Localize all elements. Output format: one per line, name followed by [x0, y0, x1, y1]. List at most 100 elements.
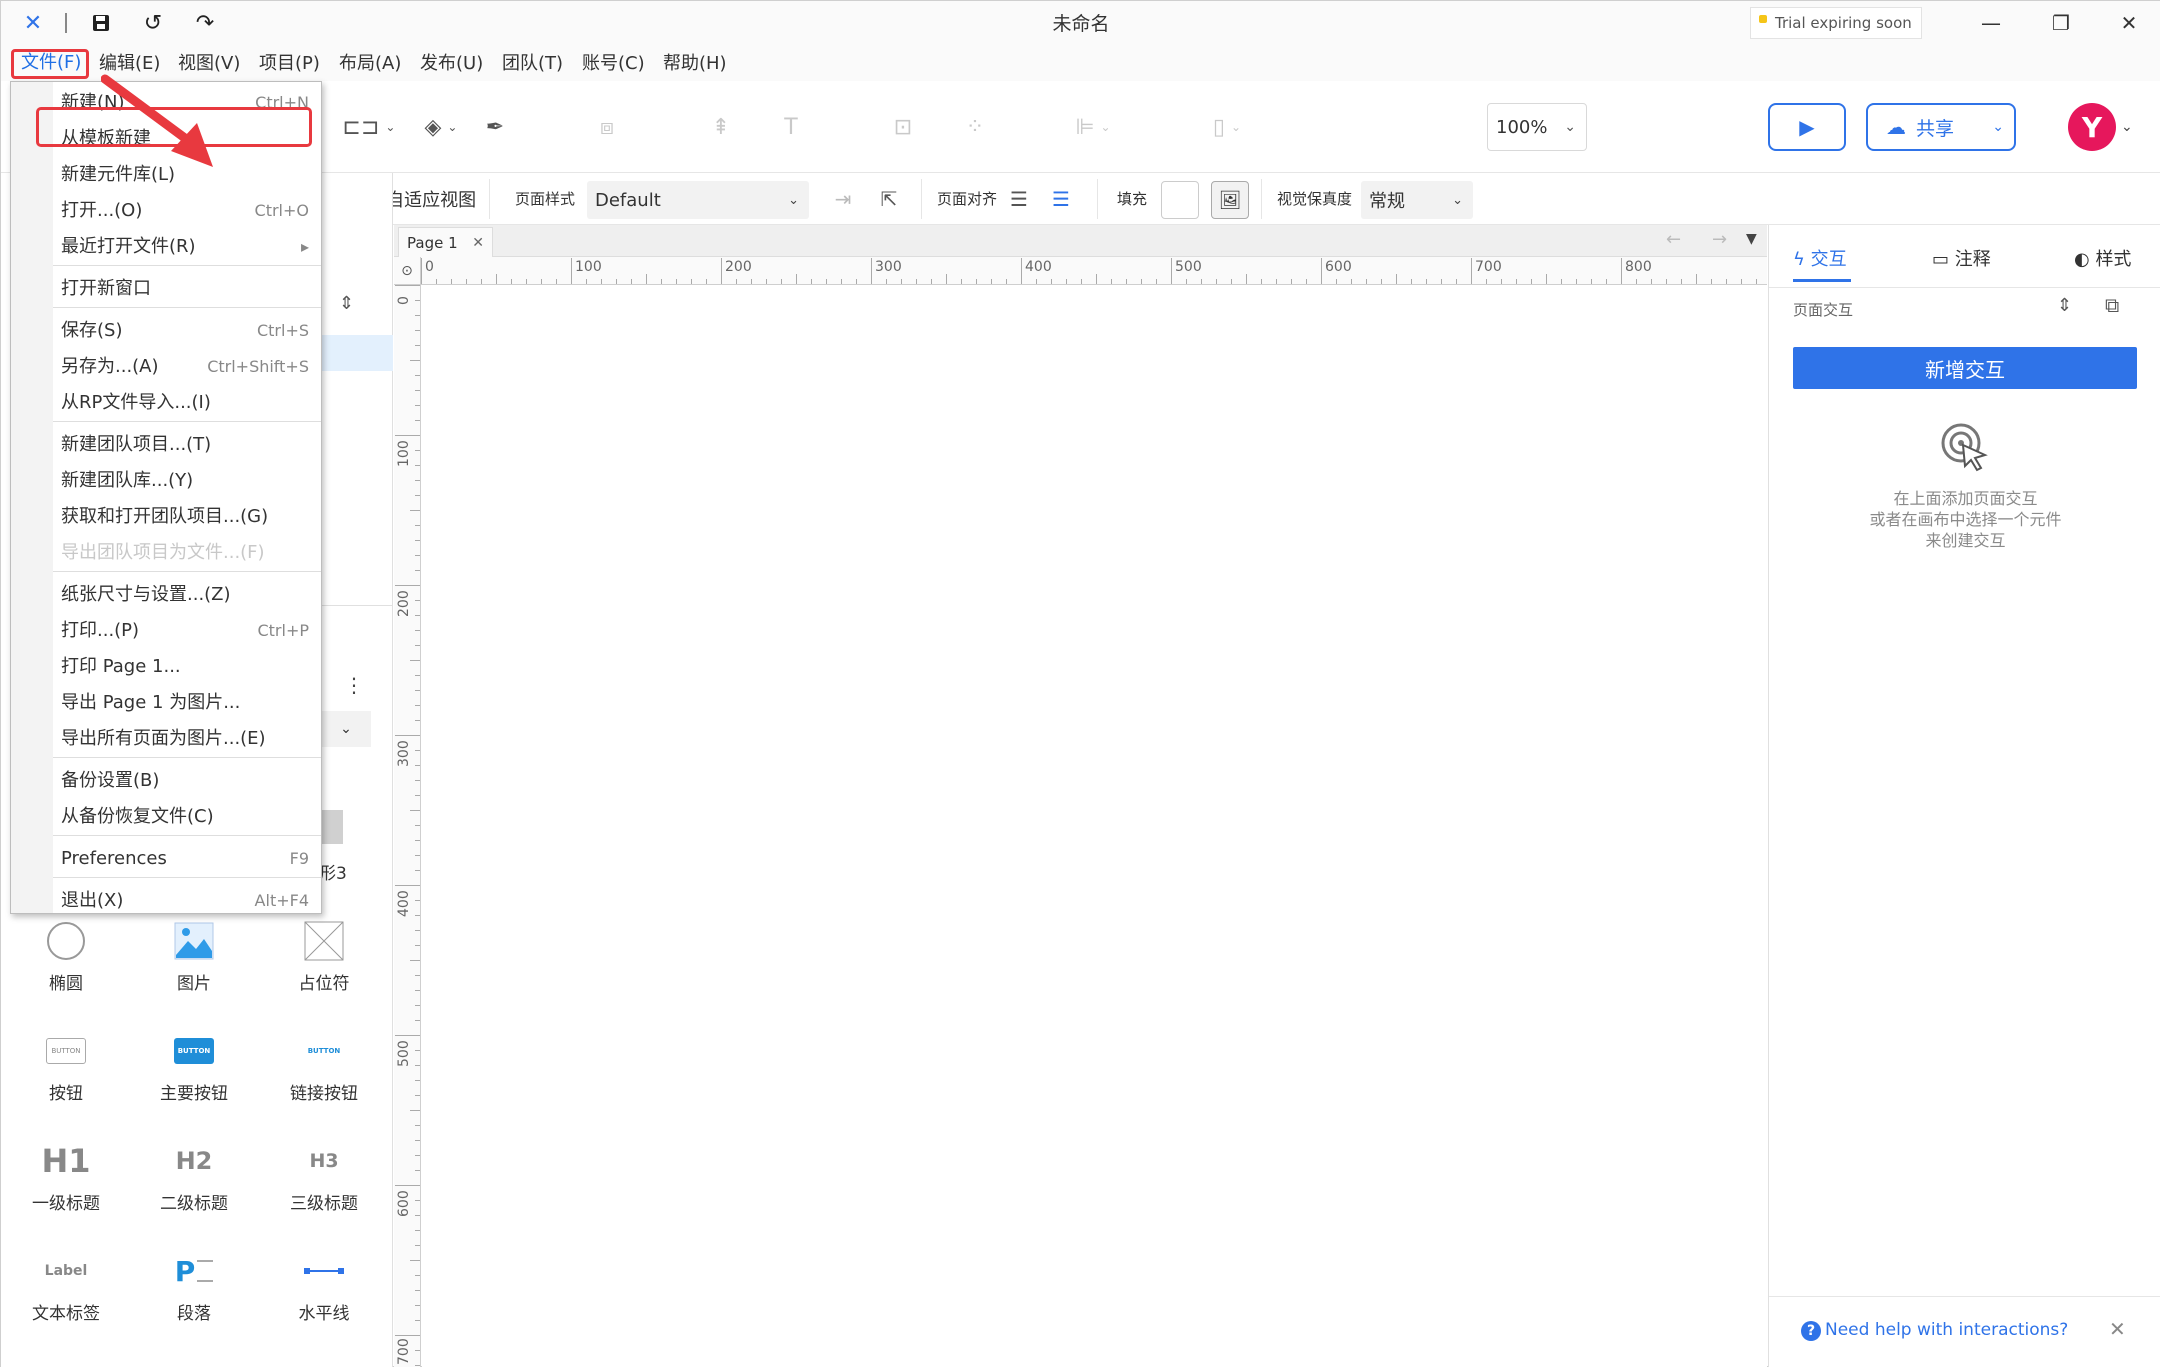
ruler-tick — [415, 1095, 420, 1096]
library-item-primary-button[interactable]: BUTTON 主要按钮 — [129, 1021, 259, 1121]
ruler-tick — [796, 274, 797, 284]
library-item-h2[interactable]: H2 二级标题 — [129, 1131, 259, 1231]
divider — [489, 179, 490, 219]
menu-item-recent-files[interactable]: 最近打开文件(R) ▸ — [53, 229, 321, 265]
menu-project[interactable]: 项目(P) — [259, 50, 320, 78]
align-left-icon[interactable]: ⊫ ⌄ — [1063, 103, 1123, 151]
library-item-h3[interactable]: H3 三级标题 — [259, 1131, 389, 1231]
library-item-text-label[interactable]: Label 文本标签 — [1, 1241, 131, 1341]
main-toolbar: ⊏⊐ ⌄ ◈ ⌄ ✒ ⧈ ⇞ T ⊡ ⁘ ⊫ ⌄ ▯ ⌄ 100% ⌄ ▶ ☁ 共享 ⌄ Y … — [1, 81, 2160, 173]
hint-line: 在上面添加页面交互 — [1893, 489, 2038, 508]
primary-button-icon: BUTTON — [174, 1031, 214, 1071]
align-center-page-icon[interactable]: ☰ — [1043, 175, 1079, 223]
spacing-icon[interactable]: ▯ ⌄ — [1197, 103, 1257, 151]
design-canvas[interactable] — [422, 286, 1767, 1367]
library-item-h1[interactable]: H1 一级标题 — [1, 1131, 131, 1231]
align-icon[interactable]: ⊡ — [879, 103, 927, 151]
library-item-image[interactable]: 图片 — [129, 911, 259, 1011]
menu-item-export-team-project[interactable]: 导出团队项目为文件...(F) — [53, 535, 321, 571]
tab-interactions[interactable]: ϟ 交互 — [1793, 245, 1847, 271]
menu-item-label: 另存为...(A) — [61, 356, 159, 377]
preview-button[interactable]: ▶ — [1768, 103, 1846, 151]
library-item-label: 椭圆 — [49, 974, 83, 994]
ruler-tick — [856, 279, 857, 284]
menu-team[interactable]: 团队(T) — [502, 50, 563, 78]
chevron-down-icon[interactable]: ⌄ — [2121, 119, 2133, 135]
menu-item-new-team-project[interactable]: 新建团队项目...(T) — [53, 427, 321, 463]
minimize-button[interactable]: — — [1971, 7, 2011, 39]
tab-style[interactable]: ◐ 样式 — [2074, 245, 2131, 271]
selected-page-row[interactable] — [321, 335, 393, 371]
library-select-chevron-icon[interactable]: ⌄ — [321, 711, 371, 747]
tab-page-1[interactable]: Page 1 ✕ — [398, 227, 493, 257]
menu-item-new-team-library[interactable]: 新建团队库...(Y) — [53, 463, 321, 499]
menu-item-restore-backup[interactable]: 从备份恢复文件(C) — [53, 799, 321, 835]
menu-item-save[interactable]: 保存(S) Ctrl+S — [53, 313, 321, 349]
distribute-icon[interactable]: ⁘ — [951, 103, 999, 151]
page-style-manage-icon[interactable]: ⇥ — [825, 175, 861, 223]
fill-color-swatch[interactable] — [1161, 181, 1199, 219]
menu-item-export-all-images[interactable]: 导出所有页面为图片...(E) — [53, 721, 321, 757]
menu-item-export-page-image[interactable]: 导出 Page 1 为图片... — [53, 685, 321, 721]
frame-tool-icon[interactable]: ⊏⊐ ⌄ — [339, 103, 399, 151]
menu-item-preferences[interactable]: Preferences F9 — [53, 841, 321, 877]
share-button[interactable]: ☁ 共享 ⌄ — [1866, 103, 2016, 151]
library-item-placeholder[interactable]: 占位符 — [259, 911, 389, 1011]
menu-item-save-as[interactable]: 另存为...(A) Ctrl+Shift+S — [53, 349, 321, 385]
zoom-select[interactable]: 100% ⌄ — [1487, 103, 1587, 151]
bring-front-icon[interactable]: ⇞ — [697, 103, 745, 151]
file-menu-dropdown: 新建(N) Ctrl+N 从模板新建 新建元件库(L) 打开...(O) Ctrl+O 最近… — [10, 81, 322, 914]
library-item-horizontal-line[interactable]: 水平线 — [259, 1241, 389, 1341]
page-style-select[interactable]: Default ⌄ — [587, 181, 809, 219]
expand-collapse-icon[interactable]: ⇕ — [2057, 295, 2072, 316]
tab-menu-icon[interactable]: ▼ — [1746, 231, 1757, 247]
arrow-right-icon[interactable]: → — [1712, 229, 1727, 250]
ruler-corner-icon[interactable]: ⊙ — [394, 257, 421, 285]
fill-image-icon[interactable]: 🖼 — [1211, 181, 1249, 219]
help-link[interactable]: Need help with interactions? — [1825, 1320, 2068, 1340]
tab-notes[interactable]: ▭ 注释 — [1932, 245, 1991, 271]
close-tab-icon[interactable]: ✕ — [472, 235, 484, 251]
menu-publish[interactable]: 发布(U) — [420, 50, 483, 78]
arrow-left-icon[interactable]: ← — [1666, 229, 1681, 250]
library-item-paragraph[interactable]: P 段落 — [129, 1241, 259, 1341]
expand-collapse-icon[interactable]: ⇕ — [339, 293, 354, 314]
library-item-link-button[interactable]: BUTTON 链接按钮 — [259, 1021, 389, 1121]
group-icon[interactable]: ⧈ — [583, 103, 631, 151]
ruler-label: 0 — [425, 259, 434, 275]
close-icon[interactable]: ✕ — [2109, 1317, 2126, 1341]
ruler-tick — [415, 465, 420, 466]
menu-item-exit[interactable]: 退出(X) Alt+F4 — [53, 883, 321, 919]
menu-item-open[interactable]: 打开...(O) Ctrl+O — [53, 193, 321, 229]
library-item-button[interactable]: BUTTON 按钮 — [1, 1021, 131, 1121]
align-left-page-icon[interactable]: ☰ — [1001, 175, 1037, 223]
new-interaction-button[interactable]: 新增交互 — [1793, 347, 2137, 389]
ruler-tick — [415, 645, 420, 646]
restore-button[interactable]: ❐ — [2041, 7, 2081, 39]
menu-item-import-rp[interactable]: 从RP文件导入...(I) — [53, 385, 321, 421]
avatar[interactable]: Y — [2068, 103, 2116, 151]
ruler-label: 500 — [396, 1040, 412, 1067]
more-options-icon[interactable]: ⋮ — [344, 673, 364, 697]
menu-item-get-team-project[interactable]: 获取和打开团队项目...(G) — [53, 499, 321, 535]
library-item-ellipse[interactable]: 椭圆 — [1, 911, 131, 1011]
menu-layout[interactable]: 布局(A) — [339, 50, 401, 78]
fidelity-select[interactable]: 常规 ⌄ — [1361, 181, 1473, 219]
pen-tool-icon[interactable]: ✒ — [471, 103, 519, 151]
page-style-edit-icon[interactable]: ⇱ — [871, 175, 907, 223]
close-button[interactable]: ✕ — [2109, 7, 2149, 39]
menu-item-backup-settings[interactable]: 备份设置(B) — [53, 763, 321, 799]
menu-item-print[interactable]: 打印...(P) Ctrl+P — [53, 613, 321, 649]
layers-tool-icon[interactable]: ◈ ⌄ — [411, 103, 471, 151]
menu-account[interactable]: 账号(C) — [582, 50, 645, 78]
menu-item-open-new-window[interactable]: 打开新窗口 — [53, 271, 321, 307]
menu-separator — [53, 571, 321, 572]
text-transform-icon[interactable]: T — [767, 103, 815, 151]
menu-help[interactable]: 帮助(H) — [663, 50, 727, 78]
menu-item-print-page[interactable]: 打印 Page 1... — [53, 649, 321, 685]
trial-badge[interactable]: Trial expiring soon — [1750, 7, 1922, 39]
ruler-tick — [410, 960, 420, 961]
popout-icon[interactable]: ⧉ — [2105, 293, 2119, 317]
menu-file[interactable]: 文件(F) — [11, 49, 89, 79]
menu-item-page-setup[interactable]: 纸张尺寸与设置...(Z) — [53, 577, 321, 613]
